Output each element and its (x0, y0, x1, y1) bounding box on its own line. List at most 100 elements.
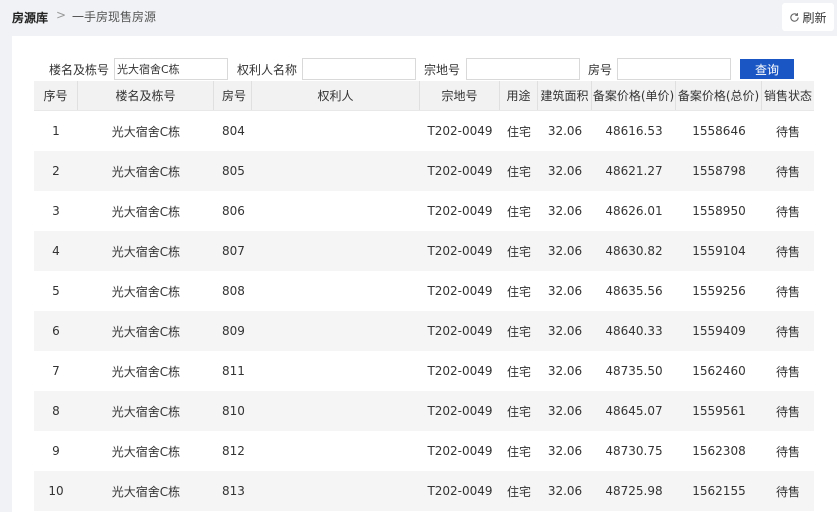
cell-owner (252, 191, 420, 231)
cell-parcel: T202-0049 (427, 324, 493, 338)
table-row[interactable]: 2 光大宿舍C栋 805 T202-0049 住宅 32.06 48621.27 155879… (34, 151, 814, 191)
cell-usage: 住宅 (506, 404, 531, 419)
cell-index: 6 (52, 324, 60, 338)
cell-index: 8 (52, 404, 60, 418)
cell-unit-price: 48630.82 (605, 244, 663, 258)
cell-sale-status: 待售 (775, 284, 800, 299)
cell-usage: 住宅 (506, 324, 531, 339)
cell-usage: 住宅 (506, 124, 531, 139)
cell-sale-status: 待售 (775, 404, 800, 419)
search-button[interactable]: 查询 (740, 59, 794, 79)
cell-usage: 住宅 (506, 204, 531, 219)
cell-unit-price: 48735.50 (605, 364, 663, 378)
cell-building: 光大宿舍C栋 (111, 164, 181, 179)
table-row[interactable]: 4 光大宿舍C栋 807 T202-0049 住宅 32.06 48630.82 155910… (34, 231, 814, 271)
header-unit-price: 备案价格(单价) (592, 81, 676, 110)
cell-index: 7 (52, 364, 60, 378)
breadcrumb-root[interactable]: 房源库 (12, 9, 48, 26)
cell-sale-status: 待售 (775, 444, 800, 459)
breadcrumb-current: 一手房现售房源 (72, 10, 157, 24)
cell-unit-price: 48730.75 (605, 444, 663, 458)
cell-unit-price: 48635.56 (605, 284, 663, 298)
header-index: 序号 (34, 81, 78, 110)
cell-index: 4 (52, 244, 60, 258)
cell-usage: 住宅 (506, 364, 531, 379)
content-panel: 楼名及栋号 权利人名称 宗地号 房号 查询 序号楼名及栋号房号权利人宗地号用途建… (12, 36, 837, 512)
cell-parcel: T202-0049 (427, 164, 493, 178)
cell-parcel: T202-0049 (427, 404, 493, 418)
cell-building: 光大宿舍C栋 (111, 124, 181, 139)
cell-area: 32.06 (547, 404, 583, 418)
cell-owner (252, 231, 420, 271)
cell-room: 806 (222, 204, 245, 218)
cell-index: 5 (52, 284, 60, 298)
cell-building: 光大宿舍C栋 (111, 284, 181, 299)
cell-usage: 住宅 (506, 444, 531, 459)
cell-area: 32.06 (547, 484, 583, 498)
parcel-input[interactable] (466, 58, 580, 80)
cell-unit-price: 48626.01 (605, 204, 663, 218)
filter-row: 楼名及栋号 权利人名称 宗地号 房号 查询 (12, 58, 837, 80)
cell-parcel: T202-0049 (427, 244, 493, 258)
cell-unit-price: 48621.27 (605, 164, 663, 178)
header-building: 楼名及栋号 (78, 81, 214, 110)
cell-area: 32.06 (547, 324, 583, 338)
cell-owner (252, 271, 420, 311)
table-row[interactable]: 8 光大宿舍C栋 810 T202-0049 住宅 32.06 48645.07 155956… (34, 391, 814, 431)
table-row[interactable]: 10 光大宿舍C栋 813 T202-0049 住宅 32.06 48725.98 15621… (34, 471, 814, 511)
cell-parcel: T202-0049 (427, 444, 493, 458)
breadcrumb-separator: > (56, 8, 67, 22)
cell-room: 807 (222, 244, 245, 258)
cell-room: 809 (222, 324, 245, 338)
cell-total-price: 1559256 (692, 284, 746, 298)
header-total-price: 备案价格(总价) (676, 81, 762, 110)
table-row[interactable]: 3 光大宿舍C栋 806 T202-0049 住宅 32.06 48626.01 155895… (34, 191, 814, 231)
cell-owner (252, 311, 420, 351)
cell-owner (252, 431, 420, 471)
cell-room: 804 (222, 124, 245, 138)
cell-total-price: 1562155 (692, 484, 746, 498)
top-bar: 房源库 > 一手房现售房源 刷新 (0, 0, 837, 34)
cell-owner (252, 351, 420, 391)
refresh-icon (790, 12, 800, 22)
cell-parcel: T202-0049 (427, 484, 493, 498)
building-input[interactable] (114, 58, 228, 80)
owner-input[interactable] (302, 58, 416, 80)
cell-building: 光大宿舍C栋 (111, 404, 181, 419)
cell-room: 810 (222, 404, 245, 418)
table-row[interactable]: 5 光大宿舍C栋 808 T202-0049 住宅 32.06 48635.56 155925… (34, 271, 814, 311)
cell-area: 32.06 (547, 444, 583, 458)
cell-owner (252, 471, 420, 511)
table-row[interactable]: 6 光大宿舍C栋 809 T202-0049 住宅 32.06 48640.33 155940… (34, 311, 814, 351)
cell-sale-status: 待售 (775, 244, 800, 259)
header-room: 房号 (214, 81, 252, 110)
cell-area: 32.06 (547, 204, 583, 218)
cell-index: 2 (52, 164, 60, 178)
cell-building: 光大宿舍C栋 (111, 204, 181, 219)
cell-usage: 住宅 (506, 164, 531, 179)
room-label: 房号 (588, 63, 613, 77)
cell-total-price: 1558950 (692, 204, 746, 218)
cell-total-price: 1558646 (692, 124, 746, 138)
cell-building: 光大宿舍C栋 (111, 444, 181, 459)
cell-room: 808 (222, 284, 245, 298)
header-parcel: 宗地号 (420, 81, 500, 110)
header-usage: 用途 (500, 81, 538, 110)
cell-unit-price: 48725.98 (605, 484, 663, 498)
cell-room: 812 (222, 444, 245, 458)
cell-owner (252, 111, 420, 151)
cell-total-price: 1559104 (692, 244, 746, 258)
refresh-button[interactable]: 刷新 (782, 3, 834, 31)
cell-sale-status: 待售 (775, 124, 800, 139)
cell-parcel: T202-0049 (427, 364, 493, 378)
table-row[interactable]: 1 光大宿舍C栋 804 T202-0049 住宅 32.06 48616.53 155864… (34, 111, 814, 151)
cell-total-price: 1559409 (692, 324, 746, 338)
cell-owner (252, 391, 420, 431)
refresh-label: 刷新 (802, 10, 827, 25)
room-input[interactable] (617, 58, 731, 80)
cell-total-price: 1562308 (692, 444, 746, 458)
cell-usage: 住宅 (506, 484, 531, 499)
table-row[interactable]: 7 光大宿舍C栋 811 T202-0049 住宅 32.06 48735.50 156246… (34, 351, 814, 391)
table-row[interactable]: 9 光大宿舍C栋 812 T202-0049 住宅 32.06 48730.75 156230… (34, 431, 814, 471)
listing-table: 序号 楼名及栋号 房号 权利人 宗地号 用途 建筑面积 备案价格(单价) 备案价格(总价) 销售状… (34, 81, 814, 511)
